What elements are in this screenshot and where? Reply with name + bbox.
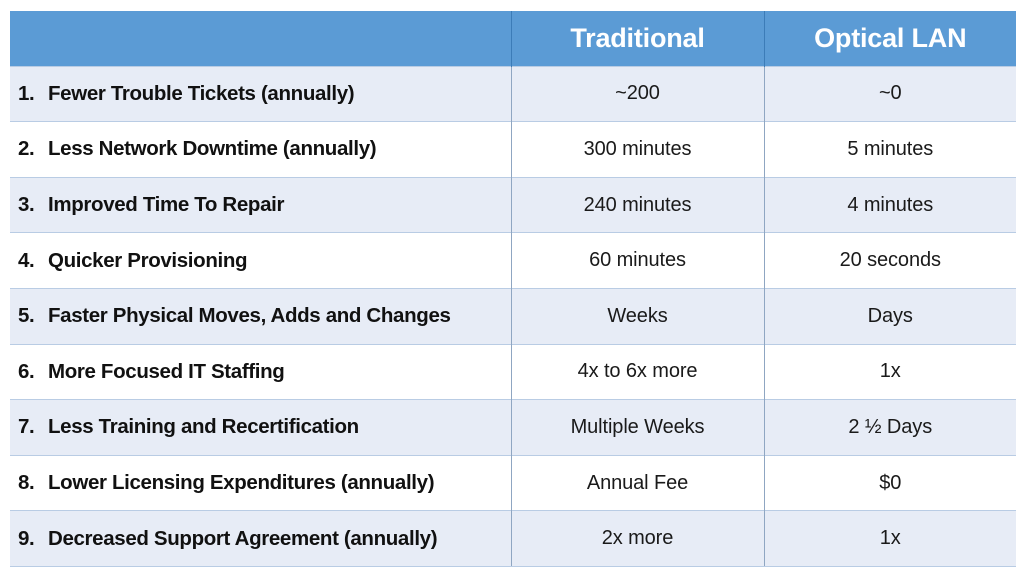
benefit-label: Lower Licensing Expenditures (annually) [48, 471, 435, 495]
benefit-cell: 6. More Focused IT Staffing [10, 343, 511, 400]
table-body: 1. Fewer Trouble Tickets (annually) ~200 ~0… [10, 65, 1016, 567]
traditional-value-cell: Weeks [510, 287, 764, 345]
benefit-label: Less Training and Recertification [48, 415, 359, 439]
header-cell-benefit [10, 11, 511, 66]
comparison-table-container: Traditional Optical LAN 1. Fewer Trouble … [10, 11, 1016, 567]
traditional-value-cell: 240 minutes [510, 176, 764, 233]
benefit-label: More Focused IT Staffing [48, 359, 285, 383]
optical-lan-value-cell: 5 minutes [763, 121, 1016, 178]
benefit-cell: 7. Less Training and Recertification [10, 399, 511, 456]
optical-lan-value-cell: 4 minutes [763, 176, 1016, 233]
row-number: 5. [18, 304, 35, 328]
benefit-cell: 2. Less Network Downtime (annually) [10, 121, 511, 178]
traditional-value-cell: 60 minutes [510, 232, 764, 289]
table-row: 4. Quicker Provisioning 60 minutes 20 secon… [10, 232, 1016, 289]
benefit-cell: 1. Fewer Trouble Tickets (annually) [10, 65, 511, 122]
benefit-label: Decreased Support Agreement (annually) [48, 526, 438, 550]
table-row: 9. Decreased Support Agreement (annually)… [10, 510, 1016, 567]
optical-lan-value-cell: 1x [763, 510, 1016, 567]
traditional-value-cell: 4x to 6x more [510, 343, 764, 400]
table-header: Traditional Optical LAN [10, 11, 1016, 66]
row-number: 7. [18, 415, 35, 439]
row-number: 9. [18, 526, 35, 550]
row-number: 4. [18, 248, 35, 272]
optical-lan-value-cell: Days [763, 287, 1016, 345]
benefit-label: Quicker Provisioning [48, 248, 248, 272]
traditional-value-cell: ~200 [510, 65, 764, 122]
header-cell-traditional: Traditional [510, 11, 764, 66]
benefit-cell: 4. Quicker Provisioning [10, 232, 511, 289]
table-row: 6. More Focused IT Staffing 4x to 6x more 1… [10, 343, 1016, 400]
row-number: 3. [18, 193, 35, 217]
row-number: 6. [18, 359, 35, 383]
traditional-value-cell: Multiple Weeks [510, 399, 764, 456]
table-row: 7. Less Training and Recertification Multi… [10, 399, 1016, 456]
table-header-row: Traditional Optical LAN [10, 11, 1016, 66]
optical-lan-value-cell: 20 seconds [763, 232, 1016, 289]
optical-lan-value-cell: $0 [763, 454, 1016, 511]
comparison-table: Traditional Optical LAN 1. Fewer Trouble … [10, 11, 1016, 567]
optical-lan-value-cell: 1x [763, 343, 1016, 400]
benefit-cell: 3. Improved Time To Repair [10, 176, 511, 233]
optical-lan-value-cell: 2 ½ Days [763, 399, 1016, 456]
traditional-value-cell: 300 minutes [510, 121, 764, 178]
row-number: 1. [18, 81, 35, 105]
benefit-label: Faster Physical Moves, Adds and Changes [48, 304, 451, 328]
optical-lan-value-cell: ~0 [763, 65, 1016, 122]
table-row: 2. Less Network Downtime (annually) 300 mi… [10, 121, 1016, 178]
row-number: 2. [18, 137, 35, 161]
benefit-label: Less Network Downtime (annually) [48, 137, 377, 161]
benefit-cell: 8. Lower Licensing Expenditures (annually… [10, 454, 511, 511]
benefit-cell: 9. Decreased Support Agreement (annually) [10, 510, 511, 567]
benefit-cell: 5. Faster Physical Moves, Adds and Change… [10, 287, 511, 345]
traditional-value-cell: 2x more [510, 510, 764, 567]
row-number: 8. [18, 471, 35, 495]
benefit-label: Fewer Trouble Tickets (annually) [48, 81, 355, 105]
table-row: 5. Faster Physical Moves, Adds and Change… [10, 287, 1016, 345]
benefit-label: Improved Time To Repair [48, 193, 285, 217]
table-row: 3. Improved Time To Repair 240 minutes 4 mi… [10, 176, 1016, 233]
traditional-value-cell: Annual Fee [510, 454, 764, 511]
page-root: Traditional Optical LAN 1. Fewer Trouble … [0, 0, 1024, 576]
table-row: 1. Fewer Trouble Tickets (annually) ~200 ~0 [10, 65, 1016, 122]
header-cell-optical-lan: Optical LAN [763, 11, 1016, 66]
table-row: 8. Lower Licensing Expenditures (annually… [10, 454, 1016, 511]
